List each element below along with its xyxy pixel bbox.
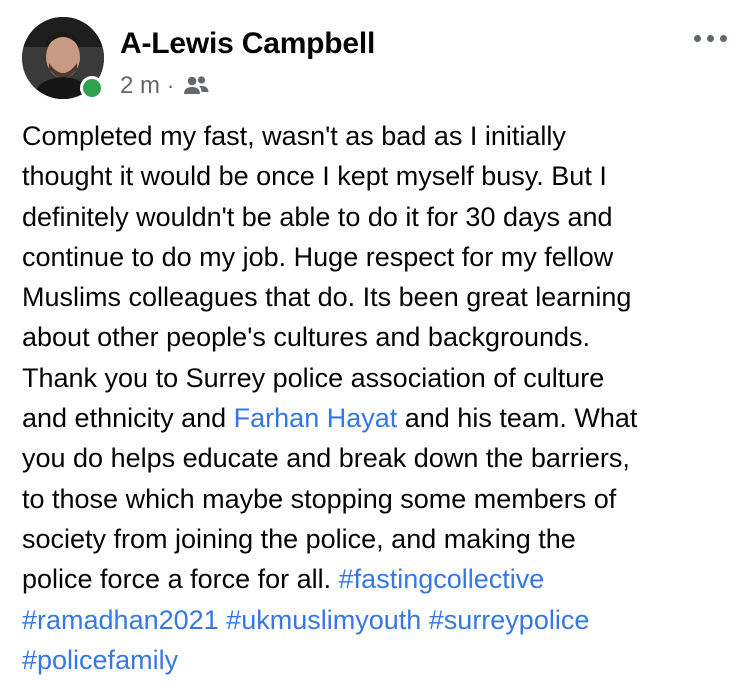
post-text-segment: and his team. What — [397, 403, 638, 434]
post-line: and ethnicity and Farhan Hayat and his t… — [22, 398, 737, 438]
post-line: continue to do my job. Huge respect for … — [22, 241, 614, 272]
post-timestamp[interactable]: 2 m — [120, 72, 160, 100]
post-text: Completed my fast, wasn't as bad as I in… — [22, 116, 737, 680]
post-line: Completed my fast, wasn't as bad as I in… — [22, 121, 566, 151]
hashtag-link[interactable]: #fastingcollective — [339, 564, 545, 594]
hashtag-link[interactable]: #surreypolice — [429, 605, 590, 635]
post-meta: 2 m · — [120, 71, 210, 101]
post-line: #policefamily — [22, 640, 737, 680]
more-options-button[interactable] — [692, 27, 732, 51]
post-line: about other people's cultures and backgr… — [22, 322, 591, 353]
hashtag-link[interactable]: #ukmuslimyouth — [226, 605, 421, 635]
online-status-indicator — [80, 76, 104, 100]
hashtag-link[interactable]: #ramadhan2021 — [22, 605, 219, 635]
friends-icon[interactable] — [182, 75, 210, 97]
ellipsis-icon-dot — [707, 35, 714, 42]
meta-separator: · — [167, 73, 175, 98]
hashtag-link[interactable]: #policefamily — [22, 645, 178, 675]
post-line: to those which maybe stopping some membe… — [22, 483, 617, 514]
post-line: society from joining the police, and mak… — [22, 523, 576, 554]
mention-link[interactable]: Farhan Hayat — [234, 403, 398, 433]
facebook-post: A-Lewis Campbell 2 m · Completed my fast… — [0, 0, 750, 691]
post-line: #ramadhan2021 #ukmuslimyouth #surreypoli… — [22, 600, 737, 640]
ellipsis-icon-dot — [720, 35, 727, 42]
author-name[interactable]: A-Lewis Campbell — [120, 27, 375, 61]
post-line: thought it would be once I kept myself b… — [22, 161, 607, 192]
post-line: police force a force for all. #fastingco… — [22, 559, 737, 599]
post-text-segment: and ethnicity and — [22, 403, 234, 434]
post-line: definitely wouldn't be able to do it for… — [22, 201, 613, 232]
post-line: Muslims colleagues that do. Its been gre… — [22, 282, 632, 313]
post-line: Thank you to Surrey police association o… — [22, 362, 605, 393]
ellipsis-icon-dot — [694, 35, 701, 42]
post-line: you do helps educate and break down the … — [22, 443, 630, 474]
post-text-segment: police force a force for all. — [22, 564, 339, 595]
